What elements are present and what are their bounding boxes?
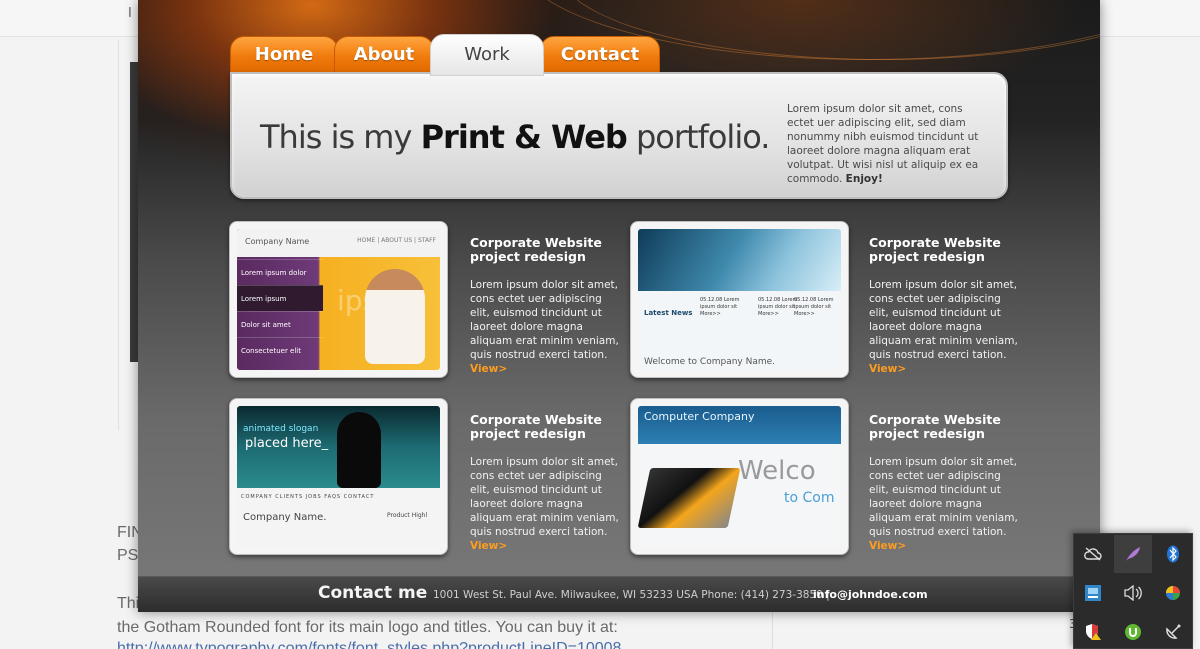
footer-address: 1001 West St. Paul Ave. Milwaukee, WI 53… [433, 589, 830, 601]
thumb-person [365, 269, 425, 364]
hero-enjoy: Enjoy! [845, 173, 883, 185]
bluetooth-icon[interactable] [1154, 535, 1192, 573]
project-thumbnail-3[interactable]: animated slogan placed here_ COMPANY CLI… [229, 398, 448, 555]
project-title-2: Corporate Website project redesign [869, 235, 1001, 264]
thumb-welcome: Welcome to Company Name. [644, 357, 776, 367]
thumb-news-label: Latest News [644, 309, 693, 317]
portfolio-mockup: Home About Work Contact This is my Print… [138, 0, 1100, 612]
torrent-icon[interactable] [1114, 613, 1152, 649]
thumb-news-col: 05.12.08 Lorem ipsum dolor sit More>> [794, 297, 834, 317]
feather-icon[interactable] [1114, 535, 1152, 573]
hero-title-post: portfolio. [626, 118, 770, 156]
thumb-menu-item: Consectetuer elit [237, 337, 323, 363]
thumb-slogan: animated slogan [243, 424, 319, 434]
project-desc-1: Lorem ipsum dolor sit amet, cons ectet u… [470, 278, 620, 376]
topbar-fragment: I [128, 6, 132, 21]
tab-work[interactable]: Work [430, 34, 544, 76]
view-link-1[interactable]: View> [470, 363, 507, 375]
thumb-nav: COMPANY CLIENTS JOBS FAQS CONTACT [241, 494, 375, 500]
volume-icon[interactable] [1114, 574, 1152, 612]
thumbnail-image: Latest News 05.12.08 Lorem ipsum dolor s… [638, 229, 841, 370]
tab-home[interactable]: Home [230, 36, 338, 74]
thumb-company: Company Name. [243, 512, 327, 523]
thumb-person [337, 412, 381, 488]
system-tray-popup [1073, 533, 1193, 649]
cloud-off-icon[interactable] [1074, 535, 1112, 573]
thumb-menu-item: Lorem ipsum dolor [237, 259, 323, 285]
thumb-menu-item: Dolor sit amet [237, 311, 323, 337]
thumbnail-image: animated slogan placed here_ COMPANY CLI… [237, 406, 440, 547]
thumb-menu-item: Lorem ipsum [237, 285, 323, 311]
project-thumbnail-4[interactable]: Computer Company Welco to Com [630, 398, 849, 555]
project-thumbnail-1[interactable]: Company Name HOME | ABOUT US | STAFF Lor… [229, 221, 448, 378]
background-link[interactable]: http://www.typography.com/fonts/font_sty… [117, 640, 621, 649]
hero-title: This is my Print & Web portfolio. [260, 118, 770, 156]
thumb-product: Product Highl [387, 512, 428, 519]
background-heading-fragment-2: PS [117, 547, 139, 564]
project-desc-3: Lorem ipsum dolor sit amet, cons ectet u… [470, 455, 620, 553]
color-ball-icon[interactable] [1154, 574, 1192, 612]
thumb-logo: Company Name [245, 237, 310, 246]
thumb-welcome: Welco [738, 456, 816, 486]
project-desc-text: Lorem ipsum dolor sit amet, cons ectet u… [470, 456, 619, 538]
project-title-1: Corporate Website project redesign [470, 235, 602, 264]
thumb-laptop [638, 468, 741, 528]
tab-about[interactable]: About [334, 36, 434, 74]
project-desc-4: Lorem ipsum dolor sit amet, cons ectet u… [869, 455, 1019, 553]
project-desc-text: Lorem ipsum dolor sit amet, cons ectet u… [869, 456, 1018, 538]
satellite-icon[interactable] [1154, 613, 1192, 649]
tab-contact[interactable]: Contact [540, 36, 660, 74]
thumb-welcome-2: to Com [784, 490, 835, 506]
project-title-3: Corporate Website project redesign [470, 412, 602, 441]
hero-panel: This is my Print & Web portfolio. Lorem … [230, 72, 1008, 199]
thumbnail-image: Computer Company Welco to Com [638, 406, 841, 547]
hero-title-pre: This is my [260, 118, 421, 156]
hero-description: Lorem ipsum dolor sit amet, cons ectet u… [787, 102, 992, 186]
view-link-2[interactable]: View> [869, 363, 906, 375]
nav-tabs: Home About Work Contact [230, 34, 670, 76]
project-desc-2: Lorem ipsum dolor sit amet, cons ectet u… [869, 278, 1019, 376]
footer-contact-label: Contact me [318, 583, 428, 603]
thumb-photo [638, 229, 841, 291]
view-link-3[interactable]: View> [470, 540, 507, 552]
project-desc-text: Lorem ipsum dolor sit amet, cons ectet u… [869, 279, 1018, 361]
project-desc-text: Lorem ipsum dolor sit amet, cons ectet u… [470, 279, 619, 361]
shield-warning-icon[interactable] [1074, 613, 1112, 649]
thumb-nav: HOME | ABOUT US | STAFF [357, 237, 436, 244]
thumbnail-image: Company Name HOME | ABOUT US | STAFF Lor… [237, 229, 440, 370]
background-right-box [772, 608, 1072, 649]
network-app-icon[interactable] [1074, 574, 1112, 612]
thumb-news-col: 05.12.08 Lorem ipsum dolor sit More>> [700, 297, 740, 317]
view-link-4[interactable]: View> [869, 540, 906, 552]
hero-title-bold: Print & Web [420, 118, 628, 156]
footer-bar: Contact me 1001 West St. Paul Ave. Milwa… [138, 576, 1100, 612]
project-thumbnail-2[interactable]: Latest News 05.12.08 Lorem ipsum dolor s… [630, 221, 849, 378]
thumb-placed: placed here_ [245, 436, 329, 451]
project-title-4: Corporate Website project redesign [869, 412, 1001, 441]
footer-email-link[interactable]: info@johndoe.com [813, 588, 928, 601]
thumb-company: Computer Company [644, 410, 755, 423]
